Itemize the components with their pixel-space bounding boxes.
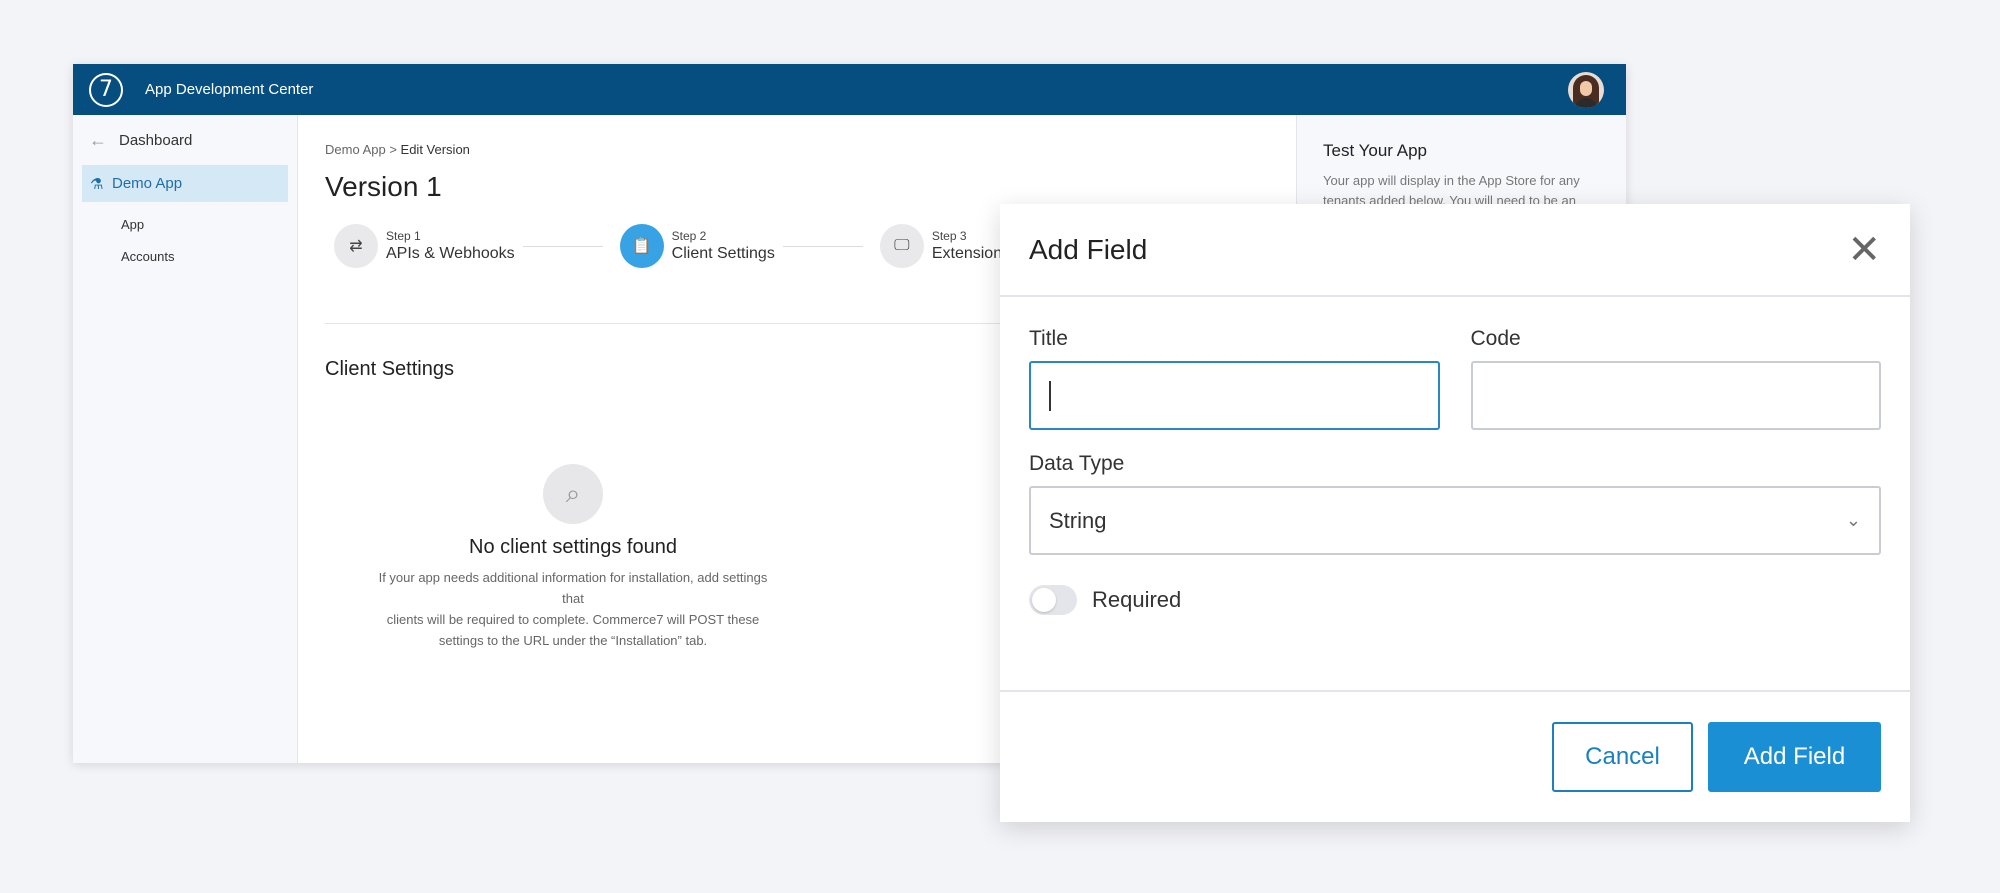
section-divider (325, 323, 1085, 324)
breadcrumb-separator: > (385, 142, 401, 157)
empty-title: No client settings found (469, 536, 677, 558)
breadcrumb: Demo App > Edit Version (325, 142, 1325, 157)
arrow-left-icon: ← (89, 129, 107, 150)
breadcrumb-current: Edit Version (400, 142, 470, 157)
step-connector (522, 245, 603, 247)
add-field-modal: Add Field ✕ Title Code Data Type String (1000, 204, 1910, 822)
chevron-down-icon: ⌄ (1845, 510, 1861, 531)
sidebar-item-accounts[interactable]: Accounts (73, 240, 297, 272)
code-label: Code (1470, 327, 1521, 350)
empty-desc-line: clients will be required to complete. Co… (386, 612, 760, 627)
top-bar: 7 App Development Center (73, 64, 1626, 115)
step-label: Client Settings (671, 245, 775, 262)
title-label: Title (1029, 327, 1068, 350)
search-icon: ⌕ (543, 464, 603, 524)
step-1[interactable]: ⇄ Step 1 APIs & Webhooks (325, 224, 515, 268)
test-app-title: Test Your App (1323, 141, 1427, 160)
app-title: App Development Center (145, 81, 314, 98)
monitor-icon: 🖵 (879, 224, 924, 268)
sidebar-item-demo-app[interactable]: ⚗ Demo App (82, 165, 288, 202)
step-number: Step 1 (386, 229, 421, 243)
step-label: APIs & Webhooks (386, 245, 515, 262)
title-input[interactable] (1029, 361, 1440, 430)
dashboard-label: Dashboard (119, 131, 193, 149)
avatar-face (1580, 80, 1592, 96)
empty-desc-line: If your app needs additional information… (378, 570, 768, 606)
modal-header: Add Field ✕ (1000, 204, 1910, 297)
empty-state: ⌕ No client settings found If your app n… (373, 464, 773, 651)
clipboard-icon: 📋 (619, 224, 664, 268)
breadcrumb-parent[interactable]: Demo App (325, 142, 386, 157)
required-row: Required (1029, 585, 1881, 615)
empty-desc-line: settings to the URL under the “Installat… (438, 633, 708, 648)
dashboard-link[interactable]: ← Dashboard (73, 115, 297, 165)
add-field-button[interactable]: Add Field (1708, 722, 1881, 792)
sidebar-item-app[interactable]: App (73, 208, 297, 240)
step-2[interactable]: 📋 Step 2 Client Settings (611, 224, 775, 268)
toggle-knob (1032, 588, 1056, 612)
step-number: Step 3 (931, 229, 967, 243)
code-field-group: Code (1470, 327, 1881, 430)
modal-footer: Cancel Add Field (1000, 690, 1910, 822)
cancel-button[interactable]: Cancel (1552, 722, 1693, 792)
commerce7-logo[interactable]: 7 (89, 72, 123, 107)
step-connector (782, 245, 863, 247)
required-label: Required (1092, 587, 1182, 612)
close-icon[interactable]: ✕ (1847, 230, 1881, 270)
page-title: Version 1 (325, 171, 442, 202)
title-code-row: Title Code (1029, 327, 1881, 430)
flask-icon: ⚗ (90, 175, 104, 193)
user-avatar[interactable] (1568, 71, 1604, 108)
sidebar-item-label: Demo App (112, 175, 183, 192)
step-3[interactable]: 🖵 Step 3 Extensions (871, 224, 1010, 268)
swap-arrows-icon: ⇄ (334, 224, 378, 268)
sidebar: ← Dashboard ⚗ Demo App App Accounts (73, 115, 298, 763)
code-input[interactable] (1470, 361, 1881, 430)
modal-title: Add Field (1029, 233, 1148, 265)
title-field-group: Title (1029, 327, 1440, 430)
modal-body: Title Code Data Type String ⌄ Required (1000, 297, 1910, 615)
data-type-select[interactable]: String ⌄ (1029, 486, 1881, 555)
data-type-label: Data Type (1029, 452, 1125, 475)
empty-description: If your app needs additional information… (373, 567, 773, 651)
step-number: Step 2 (671, 229, 707, 243)
step-label: Extensions (931, 245, 1011, 262)
test-app-desc-line: Your app will display in the App Store f… (1323, 173, 1580, 188)
data-type-value: String (1049, 507, 1107, 533)
text-caret (1049, 380, 1051, 411)
logo-text: 7 (99, 77, 113, 102)
data-type-field-group: Data Type String ⌄ (1029, 452, 1881, 555)
required-toggle[interactable] (1029, 585, 1077, 615)
